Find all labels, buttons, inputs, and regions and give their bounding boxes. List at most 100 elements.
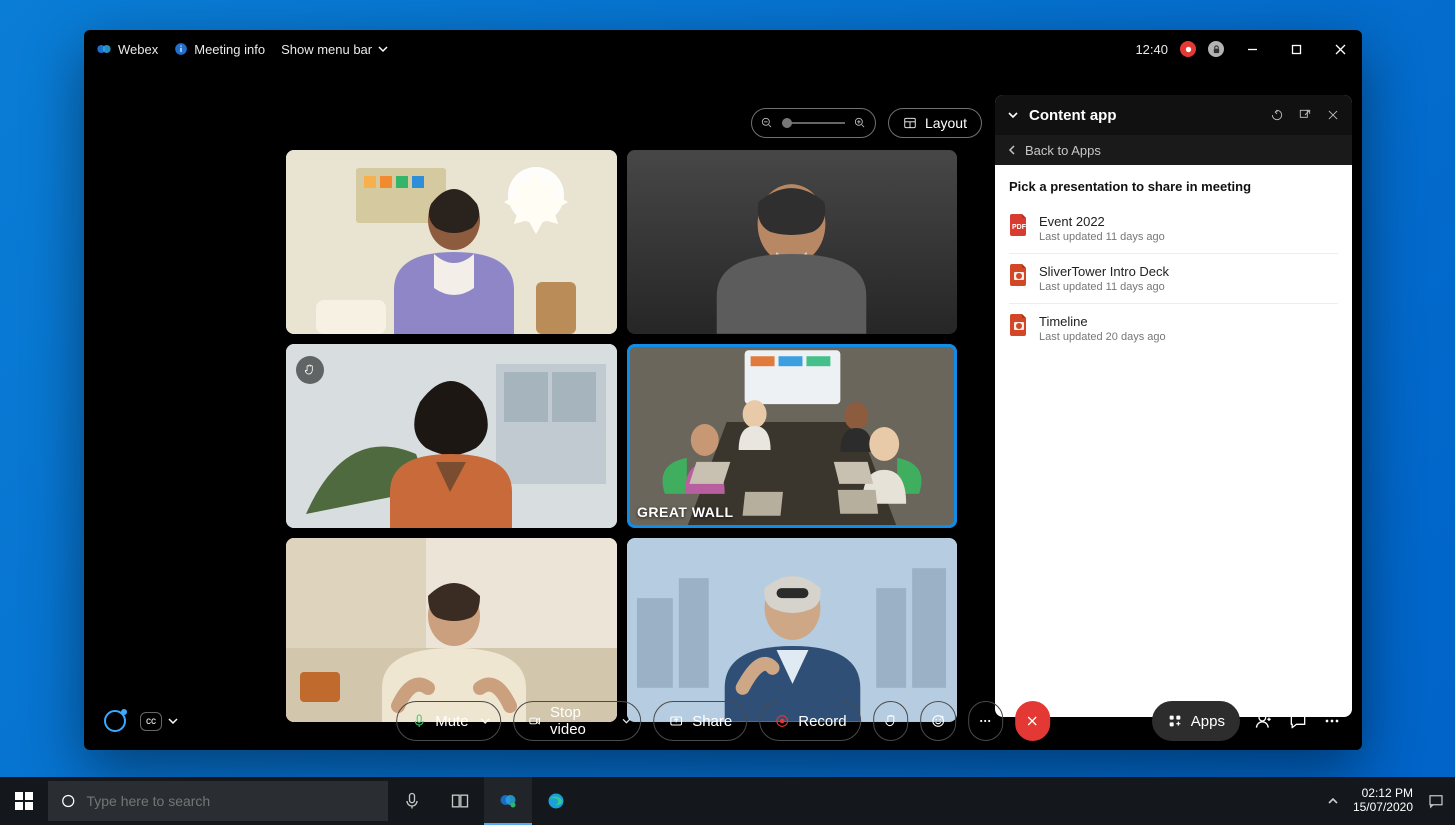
header-time: 12:40 — [1135, 42, 1168, 57]
layout-label: Layout — [925, 115, 967, 131]
assistant-icon[interactable] — [104, 710, 126, 732]
task-view-button[interactable] — [436, 777, 484, 825]
taskbar-mic[interactable] — [388, 777, 436, 825]
recording-indicator[interactable] — [1180, 41, 1196, 57]
more-options-button[interactable] — [968, 701, 1003, 741]
record-label: Record — [798, 713, 846, 730]
panel-header: Content app — [995, 95, 1352, 135]
app-window: Webex Meeting info Show menu bar 12:40 — [84, 30, 1362, 750]
presentation-list: PDF Event 2022 Last updated 11 days ago S… — [1009, 204, 1338, 353]
tray-chevron-icon[interactable] — [1327, 795, 1339, 807]
chevron-down-icon[interactable] — [1007, 109, 1019, 121]
zoom-slider[interactable] — [751, 108, 876, 138]
cortana-icon — [60, 792, 76, 810]
participant-thumb — [627, 150, 957, 334]
layout-button[interactable]: Layout — [888, 108, 982, 138]
maximize-button[interactable] — [1280, 33, 1312, 65]
microphone-icon — [411, 713, 427, 729]
clock-time: 02:12 PM — [1353, 787, 1413, 801]
meeting-info-label: Meeting info — [194, 42, 265, 57]
popout-icon[interactable] — [1298, 108, 1312, 122]
participants-icon[interactable] — [1254, 711, 1274, 731]
refresh-icon[interactable] — [1270, 108, 1284, 122]
back-to-apps-button[interactable]: Back to Apps — [995, 135, 1352, 165]
raise-hand-button[interactable] — [874, 701, 909, 741]
stop-video-button[interactable]: Stop video — [514, 701, 642, 741]
share-icon — [668, 713, 684, 729]
system-clock[interactable]: 02:12 PM 15/07/2020 — [1353, 787, 1413, 815]
cc-button[interactable]: cc — [140, 712, 178, 731]
mute-button[interactable]: Mute — [396, 701, 501, 741]
search-input[interactable] — [86, 793, 376, 809]
apps-label: Apps — [1191, 713, 1225, 730]
zoom-out-icon — [760, 116, 774, 130]
webex-icon — [96, 41, 112, 57]
item-sub: Last updated 11 days ago — [1039, 231, 1165, 243]
video-tile-active[interactable]: GREAT WALL — [627, 344, 957, 528]
close-icon — [1024, 713, 1040, 729]
svg-text:PDF: PDF — [1012, 224, 1027, 231]
item-sub: Last updated 11 days ago — [1039, 281, 1169, 293]
item-name: SliverTower Intro Deck — [1039, 264, 1169, 279]
minimize-button[interactable] — [1236, 33, 1268, 65]
presentation-item[interactable]: SliverTower Intro Deck Last updated 11 da… — [1009, 254, 1338, 304]
chevron-down-icon — [481, 716, 491, 726]
panel-title: Content app — [1029, 107, 1117, 124]
notifications-icon[interactable] — [1427, 792, 1445, 810]
layout-icon — [903, 116, 917, 130]
webex-icon — [498, 790, 518, 810]
camera-icon — [529, 713, 542, 729]
microphone-icon — [402, 791, 422, 811]
chevron-left-icon — [1007, 145, 1017, 155]
video-tile[interactable] — [286, 344, 617, 528]
share-label: Share — [692, 713, 732, 730]
pdf-icon: PDF — [1009, 214, 1029, 236]
presentation-item[interactable]: PDF Event 2022 Last updated 11 days ago — [1009, 204, 1338, 254]
record-icon — [774, 713, 790, 729]
taskbar-app-webex[interactable] — [484, 777, 532, 825]
chevron-down-icon — [168, 716, 178, 726]
stop-video-label: Stop video — [550, 704, 610, 738]
close-button[interactable] — [1324, 33, 1356, 65]
chevron-down-icon — [622, 716, 630, 726]
start-button[interactable] — [0, 777, 48, 825]
item-name: Timeline — [1039, 314, 1166, 329]
apps-button[interactable]: Apps — [1152, 701, 1240, 741]
meeting-info-button[interactable]: Meeting info — [174, 42, 265, 57]
close-icon[interactable] — [1326, 108, 1340, 122]
taskbar-search[interactable] — [48, 781, 388, 821]
presentation-item[interactable]: Timeline Last updated 20 days ago — [1009, 304, 1338, 353]
share-button[interactable]: Share — [653, 701, 747, 741]
raised-hand-icon — [296, 356, 324, 384]
item-sub: Last updated 20 days ago — [1039, 331, 1166, 343]
taskbar-app-edge[interactable] — [532, 777, 580, 825]
end-call-button[interactable] — [1015, 701, 1050, 741]
ppt-icon — [1009, 264, 1029, 286]
video-tile[interactable] — [627, 150, 957, 334]
participant-thumb — [286, 344, 617, 528]
ppt-icon — [1009, 314, 1029, 336]
clock-date: 15/07/2020 — [1353, 801, 1413, 815]
emoji-icon — [930, 713, 946, 729]
back-label: Back to Apps — [1025, 143, 1101, 158]
content-app-panel: Content app Back to Apps Pick a presenta… — [995, 95, 1352, 717]
show-menubar-button[interactable]: Show menu bar — [281, 42, 388, 57]
brand-text: Webex — [118, 42, 158, 57]
record-button[interactable]: Record — [759, 701, 861, 741]
participant-thumb — [286, 150, 617, 334]
task-view-icon — [450, 791, 470, 811]
chevron-down-icon — [378, 44, 388, 54]
item-name: Event 2022 — [1039, 214, 1165, 229]
chat-icon[interactable] — [1288, 711, 1308, 731]
view-controls: Layout — [751, 108, 982, 138]
video-grid: GREAT WALL — [286, 150, 957, 722]
more-icon — [977, 713, 993, 729]
more-icon[interactable] — [1322, 711, 1342, 731]
meeting-toolbar: cc Mute Stop video Share Record — [84, 692, 1362, 750]
titlebar: Webex Meeting info Show menu bar 12:40 — [84, 30, 1362, 68]
video-tile[interactable] — [286, 150, 617, 334]
lock-indicator[interactable] — [1208, 41, 1224, 57]
reactions-button[interactable] — [921, 701, 956, 741]
apps-icon — [1167, 713, 1183, 729]
show-menubar-label: Show menu bar — [281, 42, 372, 57]
